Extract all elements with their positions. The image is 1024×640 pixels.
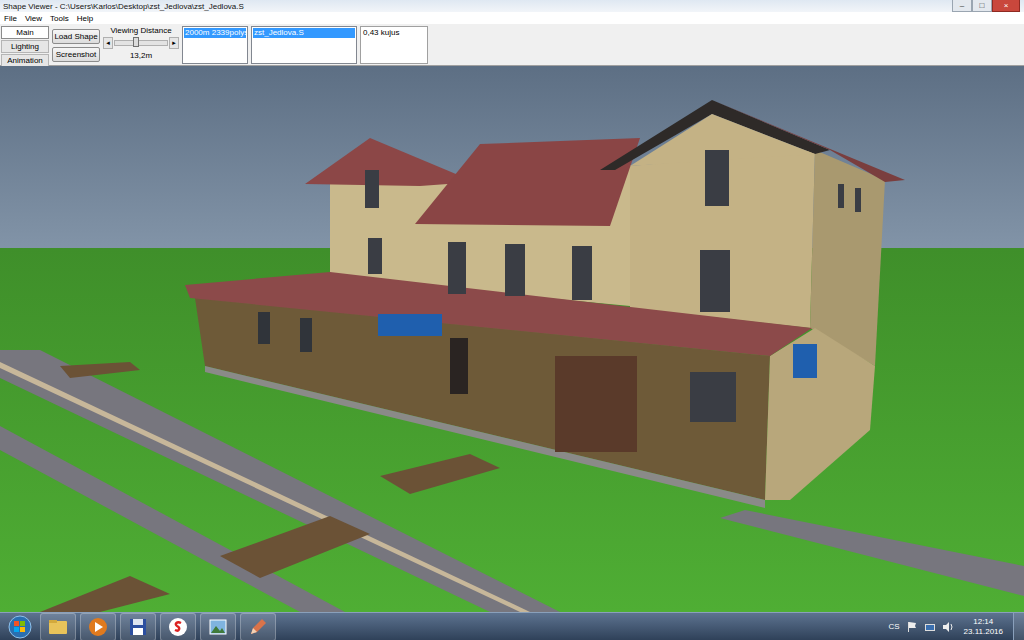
info-box: 0,43 kujus (360, 26, 428, 64)
picture-viewer-icon[interactable] (200, 613, 236, 640)
shape-list[interactable]: zst_Jedlova.S (251, 26, 357, 64)
window-control-button[interactable]: □ (972, 0, 992, 12)
show-desktop-button[interactable] (1013, 613, 1024, 640)
shape-item[interactable]: zst_Jedlova.S (253, 28, 355, 38)
red-s-app-icon[interactable] (160, 613, 196, 640)
station-building (185, 100, 905, 508)
station-sign (378, 314, 442, 336)
flag-icon[interactable] (906, 621, 918, 633)
menu-item[interactable]: Help (77, 14, 93, 23)
menu-item[interactable]: File (4, 14, 17, 23)
menu-bar: File View Tools Help (0, 12, 1024, 24)
viewing-distance-label: Viewing Distance (110, 26, 171, 35)
sky (0, 66, 1024, 612)
side-sign (793, 344, 817, 378)
windows-logo-icon[interactable] (8, 615, 32, 639)
lod-item[interactable]: 2000m 2339polys (184, 28, 246, 38)
window-control-button[interactable]: × (992, 0, 1020, 12)
clock-time: 12:14 (973, 617, 993, 627)
network-icon[interactable] (924, 621, 936, 633)
clock[interactable]: 12:1423.11.2016 (960, 617, 1007, 636)
pen-tool-icon[interactable] (240, 613, 276, 640)
button-column: Load Shape Screenshot (52, 26, 100, 62)
tab-column: MainLightingAnimation (1, 26, 49, 67)
viewing-distance-group: Viewing Distance◂▸13,2m (103, 26, 179, 60)
slider-right-arrow[interactable]: ▸ (169, 37, 179, 49)
slider-track[interactable] (114, 40, 168, 46)
language-indicator[interactable]: CS (888, 622, 899, 631)
start-button[interactable] (0, 615, 40, 639)
window-controls: –□× (952, 0, 1020, 12)
tab[interactable]: Main (1, 26, 49, 39)
window-control-button[interactable]: – (952, 0, 972, 12)
media-player-icon[interactable] (80, 613, 116, 640)
system-tray: CS 12:1423.11.2016 (888, 613, 1024, 640)
window-title: Shape Viewer - C:\Users\Karlos\Desktop\z… (3, 2, 244, 11)
3d-scene[interactable] (0, 66, 1024, 612)
viewing-distance-slider[interactable]: ◂▸ (103, 37, 179, 49)
floppy-icon[interactable] (120, 613, 156, 640)
tab[interactable]: Lighting (1, 40, 49, 53)
folder-icon[interactable] (40, 613, 76, 640)
shape-viewer-window: Shape Viewer - C:\Users\Karlos\Desktop\z… (0, 0, 1024, 640)
toolbar-button[interactable]: Load Shape (52, 29, 100, 44)
toolbar-button[interactable]: Screenshot (52, 47, 100, 62)
speaker-icon[interactable] (942, 621, 954, 633)
taskbar: CS 12:1423.11.2016 (0, 612, 1024, 640)
slider-left-arrow[interactable]: ◂ (103, 37, 113, 49)
menu-item[interactable]: Tools (50, 14, 69, 23)
3d-viewport[interactable] (0, 66, 1024, 612)
menu-item[interactable]: View (25, 14, 42, 23)
lod-list[interactable]: 2000m 2339polys (182, 26, 248, 64)
toolbar: MainLightingAnimationLoad Shape Screensho… (0, 24, 1024, 66)
clock-date: 23.11.2016 (964, 627, 1003, 637)
slider-thumb[interactable] (133, 37, 139, 47)
title-bar: Shape Viewer - C:\Users\Karlos\Desktop\z… (0, 0, 1024, 12)
pinned-apps (40, 613, 888, 640)
viewing-distance-reading: 13,2m (130, 51, 152, 60)
